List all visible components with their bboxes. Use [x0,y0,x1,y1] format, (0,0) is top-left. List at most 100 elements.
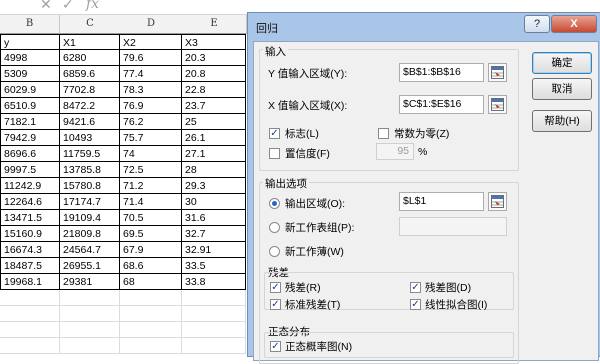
table-cell[interactable]: 71.4 [120,194,182,210]
table-cell[interactable]: 33.5 [182,258,246,274]
table-cell[interactable]: 75.7 [120,130,182,146]
table-cell[interactable] [0,322,60,338]
table-cell[interactable]: 72.5 [120,162,182,178]
table-cell[interactable]: 29.3 [182,178,246,194]
table-cell[interactable] [0,338,60,354]
table-cell[interactable]: 29381 [60,274,120,290]
table-cell[interactable] [182,306,246,322]
line-fit-plot-checkbox[interactable]: ✓ [410,299,421,310]
table-cell[interactable]: 7942.9 [0,130,60,146]
table-cell[interactable]: 67.9 [120,242,182,258]
table-cell[interactable]: 28 [182,162,246,178]
y-range-input[interactable]: $B$1:$B$16 [399,63,484,82]
new-sheet-radio[interactable] [269,222,280,233]
table-cell[interactable]: 23.7 [182,98,246,114]
table-cell[interactable]: 19968.1 [0,274,60,290]
table-cell[interactable]: 70.5 [120,210,182,226]
table-cell[interactable]: 15780.8 [60,178,120,194]
table-cell[interactable]: 12264.6 [0,194,60,210]
table-cell[interactable] [0,306,60,322]
table-cell[interactable]: 79.6 [120,50,182,66]
cancel-x-icon[interactable]: ✕ [40,0,52,13]
table-cell[interactable]: 20.3 [182,50,246,66]
table-cell[interactable]: 24564.7 [60,242,120,258]
standardized-residuals-checkbox[interactable]: ✓ [270,299,281,310]
table-cell[interactable]: X3 [182,34,246,50]
table-cell[interactable] [182,290,246,306]
table-cell[interactable]: 4998 [0,50,60,66]
table-cell[interactable]: 32.7 [182,226,246,242]
table-cell[interactable]: 76.2 [120,114,182,130]
column-header-d[interactable]: D [120,15,183,34]
table-cell[interactable]: 13785.8 [60,162,120,178]
table-cell[interactable]: 7702.8 [60,82,120,98]
table-cell[interactable]: 30 [182,194,246,210]
table-cell[interactable]: 26955.1 [60,258,120,274]
table-cell[interactable]: 6859.6 [60,66,120,82]
constant-zero-checkbox[interactable] [378,128,389,139]
table-cell[interactable]: 25 [182,114,246,130]
table-cell[interactable] [60,306,120,322]
column-header-e[interactable]: E [182,15,247,34]
residuals-checkbox[interactable]: ✓ [270,282,281,293]
table-cell[interactable] [120,338,182,354]
table-cell[interactable]: 15160.9 [0,226,60,242]
table-cell[interactable] [120,290,182,306]
table-cell[interactable]: 8472.2 [60,98,120,114]
output-range-picker-button[interactable] [488,192,507,211]
table-cell[interactable]: 26.1 [182,130,246,146]
table-cell[interactable] [0,290,60,306]
table-cell[interactable]: 21809.8 [60,226,120,242]
table-cell[interactable]: 5309 [0,66,60,82]
new-workbook-radio[interactable] [269,246,280,257]
table-cell[interactable]: 6029.9 [0,82,60,98]
table-cell[interactable]: 78.3 [120,82,182,98]
table-cell[interactable] [120,322,182,338]
title-help-button[interactable]: ? [524,15,550,33]
table-cell[interactable]: 74 [120,146,182,162]
table-cell[interactable] [60,322,120,338]
table-cell[interactable]: X2 [120,34,182,50]
enter-check-icon[interactable]: ✓ [62,0,74,13]
table-cell[interactable]: 22.8 [182,82,246,98]
x-range-input[interactable]: $C$1:$E$16 [399,95,484,114]
table-cell[interactable]: 71.2 [120,178,182,194]
table-cell[interactable]: 19109.4 [60,210,120,226]
table-cell[interactable]: 16674.3 [0,242,60,258]
table-cell[interactable]: 17174.7 [60,194,120,210]
table-cell[interactable]: 11759.5 [60,146,120,162]
table-cell[interactable] [120,306,182,322]
table-cell[interactable]: 33.8 [182,274,246,290]
table-cell[interactable]: 68.6 [120,258,182,274]
column-header-b[interactable]: B [0,15,60,34]
table-cell[interactable] [60,290,120,306]
table-cell[interactable]: 9421.6 [60,114,120,130]
table-cell[interactable]: 69.5 [120,226,182,242]
table-cell[interactable]: 10493 [60,130,120,146]
labels-checkbox[interactable]: ✓ [269,128,280,139]
ok-button[interactable]: 确定 [532,52,592,74]
table-cell[interactable]: 77.4 [120,66,182,82]
column-header-c[interactable]: C [60,15,121,34]
table-cell[interactable]: 6510.9 [0,98,60,114]
output-range-input[interactable]: $L$1 [399,192,484,211]
table-cell[interactable]: 6280 [60,50,120,66]
confidence-checkbox[interactable] [269,148,280,159]
table-cell[interactable]: 68 [120,274,182,290]
table-cell[interactable]: y [0,34,60,50]
help-button[interactable]: 帮助(H) [532,110,592,132]
table-cell[interactable]: 76.9 [120,98,182,114]
x-range-picker-button[interactable] [488,95,507,114]
table-cell[interactable]: 9997.5 [0,162,60,178]
table-cell[interactable]: 20.8 [182,66,246,82]
table-cell[interactable]: X1 [60,34,120,50]
dialog-titlebar[interactable]: 回归 ? X [248,13,600,41]
y-range-picker-button[interactable] [488,63,507,82]
table-cell[interactable] [182,338,246,354]
table-cell[interactable] [182,322,246,338]
residual-plot-checkbox[interactable]: ✓ [410,282,421,293]
output-range-radio[interactable] [269,198,280,209]
table-cell[interactable]: 11242.9 [0,178,60,194]
table-cell[interactable]: 31.6 [182,210,246,226]
table-cell[interactable]: 18487.5 [0,258,60,274]
